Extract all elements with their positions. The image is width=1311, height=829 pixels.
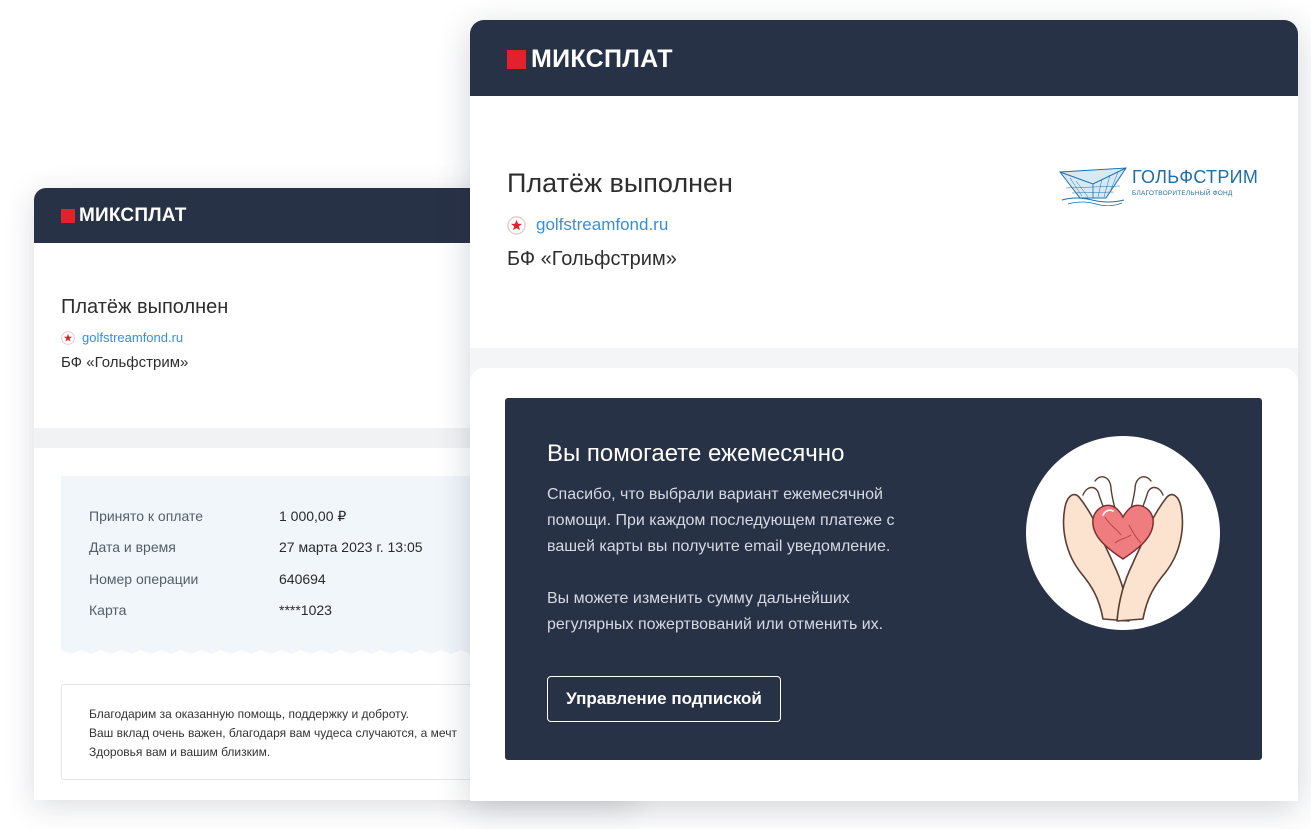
receipt-label-card: Карта <box>89 602 127 618</box>
receipt-label-operation: Номер операции <box>89 571 199 587</box>
front-receipt-card: МИКСПЛАТ Платёж выполнен golfstreamfond.… <box>470 20 1298 801</box>
promo-text-line-3: вашей карты вы получите email уведомлени… <box>547 538 891 555</box>
red-star-icon <box>61 330 75 345</box>
front-site-link[interactable]: golfstreamfond.ru <box>536 215 668 235</box>
back-brand-name: МИКСПЛАТ <box>79 205 187 226</box>
foundation-logo-name: ГОЛЬФСТРИМ <box>1132 167 1259 187</box>
front-payment-summary: Платёж выполнен golfstreamfond.ru БФ «Го… <box>470 96 1298 348</box>
front-site-row[interactable]: golfstreamfond.ru <box>507 215 668 235</box>
red-star-icon <box>507 215 526 235</box>
receipt-value-card: ****1023 <box>279 602 332 618</box>
manage-subscription-button[interactable]: Управление подпиской <box>547 676 781 722</box>
promo-text-line-5: регулярных пожертвований или отменить их… <box>547 616 884 633</box>
front-page-title: Платёж выполнен <box>507 168 733 198</box>
front-brand-logo: МИКСПЛАТ <box>507 45 673 73</box>
receipt-label-date: Дата и время <box>89 539 176 555</box>
foundation-logo-subtitle: БЛАГОТВОРИТЕЛЬНЫЙ ФОНД <box>1132 190 1233 197</box>
brand-square-icon <box>61 209 75 223</box>
receipt-label-amount: Принято к оплате <box>89 508 203 524</box>
back-site-link[interactable]: golfstreamfond.ru <box>82 330 183 345</box>
thanks-line-2: Ваш вклад очень важен, благодаря вам чуд… <box>89 726 457 740</box>
back-brand-logo: МИКСПЛАТ <box>61 205 187 226</box>
promo-title: Вы помогаете ежемесячно <box>547 440 845 467</box>
front-org-name: БФ «Гольфстрим» <box>507 248 677 270</box>
foundation-logo: ГОЛЬФСТРИМ БЛАГОТВОРИТЕЛЬНЫЙ ФОНД <box>1058 162 1258 206</box>
promo-text-line-4: Вы можете изменить сумму дальнейших <box>547 590 850 607</box>
receipt-value-operation: 640694 <box>279 571 326 587</box>
front-header: МИКСПЛАТ <box>470 20 1298 96</box>
thanks-line-3: Здоровья вам и вашим близким. <box>89 745 271 759</box>
back-org-name: БФ «Гольфстрим» <box>61 354 189 371</box>
promo-text-line-1: Спасибо, что выбрали вариант ежемесячной <box>547 486 883 503</box>
back-page-title: Платёж выполнен <box>61 296 229 318</box>
paper-boat-logo-icon <box>1059 167 1127 206</box>
front-monthly-section: Вы помогаете ежемесячно Спасибо, что выб… <box>470 368 1298 801</box>
front-brand-name: МИКСПЛАТ <box>531 45 673 73</box>
back-site-row[interactable]: golfstreamfond.ru <box>61 330 183 345</box>
hands-holding-heart-icon <box>1026 436 1220 630</box>
receipt-value-date: 27 марта 2023 г. 13:05 <box>279 539 423 555</box>
brand-square-icon <box>507 49 526 69</box>
thanks-line-1: Благодарим за оказанную помощь, поддержк… <box>89 707 409 721</box>
receipt-value-amount: 1 000,00 ₽ <box>279 508 347 524</box>
monthly-donation-banner: Вы помогаете ежемесячно Спасибо, что выб… <box>505 398 1262 760</box>
promo-text-line-2: помощи. При каждом последующем платеже с <box>547 512 895 529</box>
